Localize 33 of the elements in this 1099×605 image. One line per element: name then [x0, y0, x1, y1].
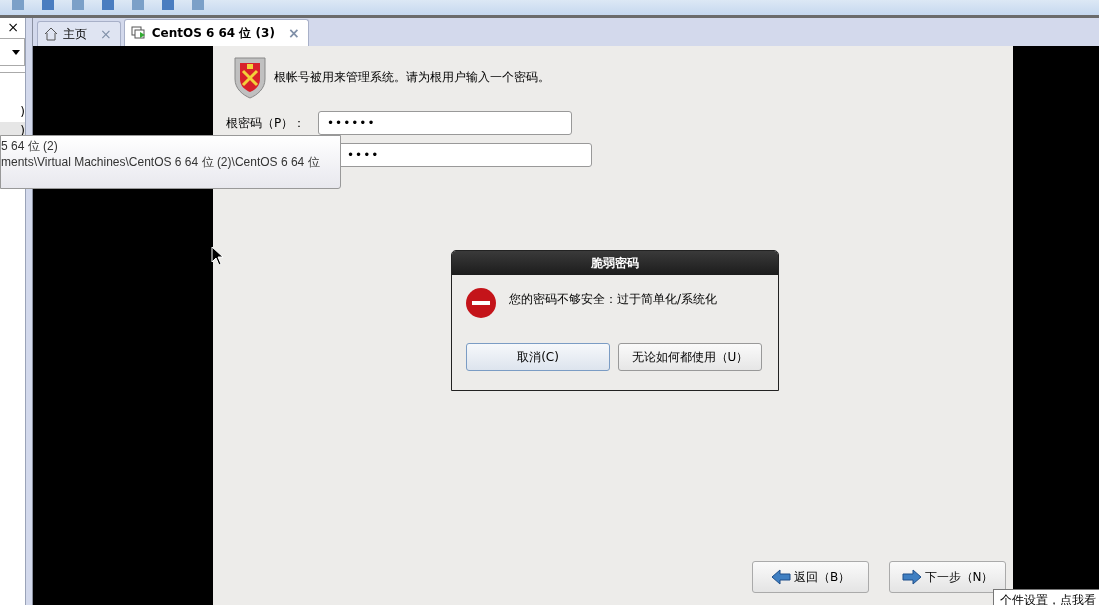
home-icon	[44, 27, 58, 41]
toolbar-icon[interactable]	[190, 0, 206, 12]
dialog-message: 您的密码不够安全：过于简单化/系统化	[509, 291, 718, 308]
cursor-icon	[211, 246, 223, 266]
toolbar-icon[interactable]	[70, 0, 86, 12]
close-button[interactable]: ×	[7, 18, 25, 36]
error-icon	[465, 287, 497, 319]
dialog-button[interactable]: 无论如何都使用（U）	[618, 343, 762, 371]
password-field[interactable]: ••••••	[318, 111, 572, 135]
list-item[interactable]: )	[0, 103, 25, 122]
shield-icon	[232, 55, 268, 99]
intro-text: 根帐号被用来管理系统。请为根用户输入一个密码。	[274, 68, 550, 86]
next-button[interactable]: 下一步（N）	[889, 561, 1006, 593]
toolbar-icon[interactable]	[10, 0, 26, 12]
tab[interactable]: CentOS 6 64 位 (3) ×	[123, 19, 309, 46]
tooltip-text: ments\Virtual Machines\CentOS 6 64 位 (2)\CentOS 6 64 位	[1, 154, 320, 170]
field-label: 根密码（P）：	[226, 114, 307, 132]
toolbar-icon[interactable]	[160, 0, 176, 12]
right-arrow-icon	[901, 569, 922, 585]
dialog-title: 脆弱密码	[452, 251, 778, 275]
tooltip-text: 5 64 位 (2)	[1, 138, 58, 154]
vm-icon	[130, 26, 147, 40]
tab-label: 主页	[63, 25, 87, 43]
toolbar-icon[interactable]	[100, 0, 116, 12]
left-arrow-icon	[770, 569, 791, 585]
toolbar-icon[interactable]	[40, 0, 56, 12]
tab-label: CentOS 6 64 位 (3)	[151, 24, 275, 42]
dropdown[interactable]	[0, 38, 25, 66]
caret-icon	[12, 49, 20, 55]
toolbar-icon[interactable]	[130, 0, 146, 12]
back-button[interactable]: 返回（B）	[752, 561, 869, 593]
tab[interactable]: 主页 ×	[37, 21, 121, 46]
dialog-button[interactable]: 取消(C)	[466, 343, 610, 371]
